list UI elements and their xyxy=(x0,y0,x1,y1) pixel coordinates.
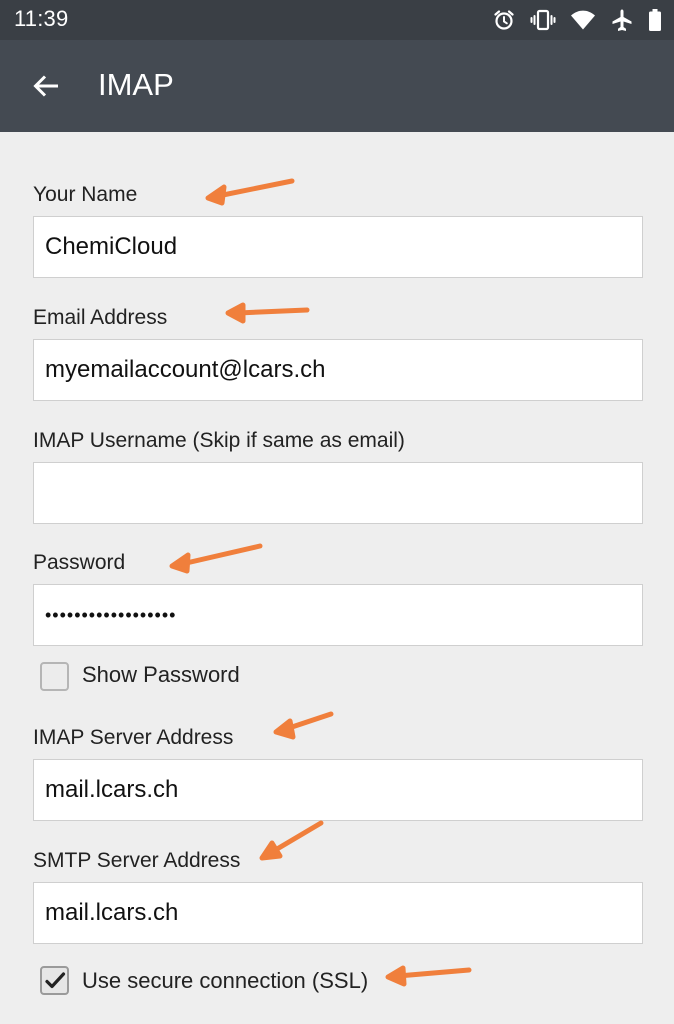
show-password-checkbox[interactable] xyxy=(40,662,69,691)
ssl-checkbox[interactable] xyxy=(40,966,69,995)
status-bar: 11:39 xyxy=(0,0,674,40)
battery-icon xyxy=(649,9,661,31)
smtp-server-input[interactable] xyxy=(33,882,643,944)
checkmark-icon xyxy=(44,971,65,988)
arrow-left-icon xyxy=(33,75,58,97)
email-address-label: Email Address xyxy=(33,306,168,329)
airplane-icon xyxy=(612,9,632,31)
smtp-server-label: SMTP Server Address xyxy=(33,849,241,872)
app-bar: IMAP xyxy=(0,40,674,132)
imap-server-input[interactable] xyxy=(33,759,643,821)
vibrate-icon xyxy=(530,9,556,31)
status-time: 11:39 xyxy=(14,6,69,31)
page-title: IMAP xyxy=(98,67,174,102)
password-input[interactable] xyxy=(33,584,643,646)
your-name-input[interactable] xyxy=(33,216,643,278)
status-icons xyxy=(492,8,662,32)
ssl-label: Use secure connection (SSL) xyxy=(82,968,369,993)
your-name-label: Your Name xyxy=(33,183,138,206)
show-password-label: Show Password xyxy=(82,662,240,687)
wifi-icon xyxy=(571,10,595,30)
imap-username-label: IMAP Username (Skip if same as email) xyxy=(33,429,405,452)
back-button[interactable] xyxy=(24,64,68,108)
alarm-icon xyxy=(494,10,514,30)
imap-server-label: IMAP Server Address xyxy=(33,726,234,749)
imap-username-input[interactable] xyxy=(33,462,643,524)
email-address-input[interactable] xyxy=(33,339,643,401)
password-label: Password xyxy=(33,551,126,574)
